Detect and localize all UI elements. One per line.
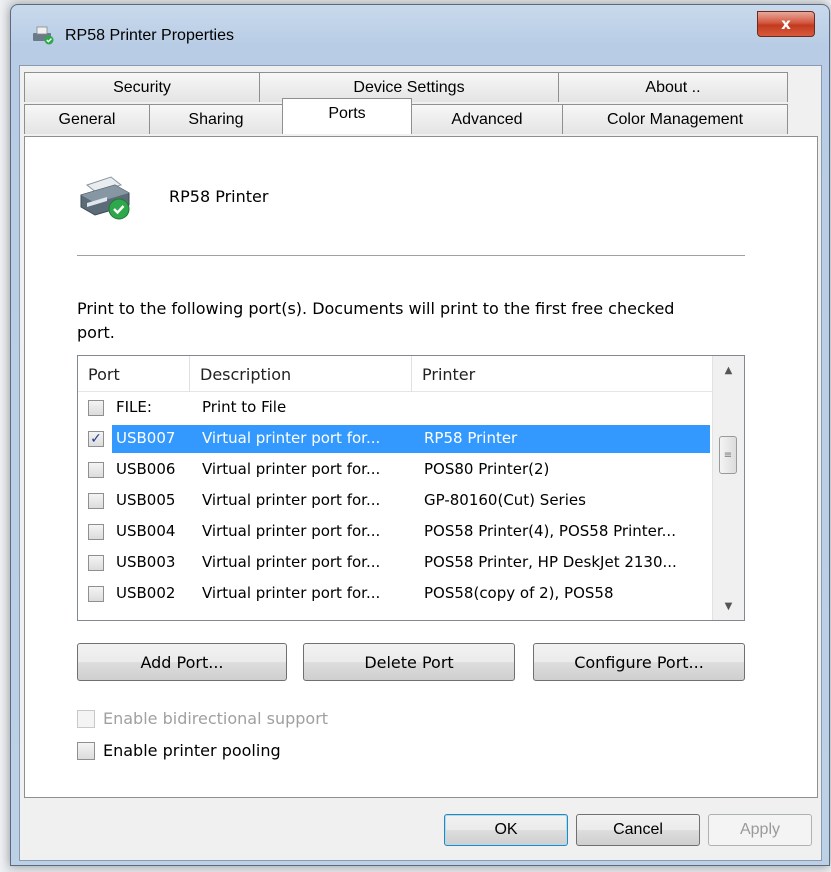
port-checkbox[interactable]: ✓	[88, 431, 104, 447]
port-printer: RP58 Printer	[424, 429, 518, 447]
list-item[interactable]: ✓ USB007 Virtual printer port for... RP5…	[78, 423, 713, 454]
checkbox-box[interactable]	[77, 741, 95, 760]
port-description: Print to File	[202, 398, 287, 416]
bidirectional-support-checkbox: Enable bidirectional support	[77, 709, 328, 728]
list-item[interactable]: FILE: Print to File	[78, 392, 713, 423]
list-item[interactable]: USB006 Virtual printer port for... POS80…	[78, 454, 713, 485]
port-printer: POS58 Printer(4), POS58 Printer...	[424, 522, 676, 540]
bidirectional-support-label: Enable bidirectional support	[103, 709, 329, 728]
printer-properties-window: RP58 Printer Properties x Security Devic…	[10, 4, 830, 866]
scroll-up-arrow-icon[interactable]: ▲	[713, 356, 744, 384]
list-header: Port Description Printer	[78, 356, 713, 392]
instruction-text: Print to the following port(s). Document…	[77, 299, 675, 342]
port-description: Virtual printer port for...	[202, 491, 381, 509]
port-name: USB007	[116, 429, 176, 447]
port-name: USB002	[116, 584, 176, 602]
tab-color-management[interactable]: Color Management	[562, 104, 788, 134]
port-checkbox[interactable]	[88, 555, 104, 571]
port-name: USB004	[116, 522, 176, 540]
list-item[interactable]: USB003 Virtual printer port for... POS58…	[78, 547, 713, 578]
list-item[interactable]: USB002 Virtual printer port for... POS58…	[78, 578, 713, 609]
port-checkbox[interactable]	[88, 462, 104, 478]
cancel-button[interactable]: Cancel	[576, 814, 700, 846]
vertical-scrollbar[interactable]: ▲ ≡ ▼	[712, 356, 744, 620]
list-item[interactable]: USB005 Virtual printer port for... GP-80…	[78, 485, 713, 516]
add-port-button[interactable]: Add Port...	[77, 643, 287, 681]
port-description: Virtual printer port for...	[202, 522, 381, 540]
tab-advanced[interactable]: Advanced	[411, 104, 563, 134]
printer-icon	[80, 176, 130, 220]
port-description: Virtual printer port for...	[202, 584, 381, 602]
column-header-printer[interactable]: Printer	[412, 356, 712, 392]
list-item[interactable]: USB004 Virtual printer port for... POS58…	[78, 516, 713, 547]
printer-pooling-checkbox[interactable]: Enable printer pooling	[77, 741, 281, 760]
printer-name: RP58 Printer	[169, 187, 269, 206]
tab-about[interactable]: About ..	[558, 72, 788, 102]
port-checkbox[interactable]	[88, 493, 104, 509]
checkbox-box	[77, 709, 95, 728]
port-printer: POS58(copy of 2), POS58	[424, 584, 614, 602]
printer-pooling-label: Enable printer pooling	[103, 741, 281, 760]
tab-security[interactable]: Security	[24, 72, 260, 102]
port-description: Virtual printer port for...	[202, 553, 381, 571]
port-checkbox[interactable]	[88, 586, 104, 602]
tab-general[interactable]: General	[24, 104, 150, 134]
apply-button[interactable]: Apply	[708, 814, 812, 846]
scroll-down-arrow-icon[interactable]: ▼	[713, 592, 744, 620]
port-printer: POS58 Printer, HP DeskJet 2130...	[424, 553, 677, 571]
printer-icon	[33, 26, 54, 45]
port-name: FILE:	[116, 398, 152, 416]
title-bar[interactable]: RP58 Printer Properties x	[11, 5, 829, 65]
close-button[interactable]: x	[757, 11, 815, 37]
ok-button[interactable]: OK	[444, 814, 568, 846]
port-printer: GP-80160(Cut) Series	[424, 491, 586, 509]
port-checkbox[interactable]	[88, 524, 104, 540]
port-description: Virtual printer port for...	[202, 460, 381, 478]
dialog-client-area: Security Device Settings About .. Genera…	[19, 65, 822, 861]
port-printer: POS80 Printer(2)	[424, 460, 550, 478]
window-title: RP58 Printer Properties	[65, 27, 234, 44]
port-name: USB006	[116, 460, 176, 478]
port-description: Virtual printer port for...	[202, 429, 381, 447]
tab-row-bottom: General Sharing Ports Advanced Color Man…	[24, 98, 788, 134]
ports-list[interactable]: Port Description Printer FILE: Print to …	[77, 355, 745, 621]
column-header-description[interactable]: Description	[190, 356, 412, 392]
port-name: USB005	[116, 491, 176, 509]
column-header-port[interactable]: Port	[78, 356, 190, 392]
tab-ports[interactable]: Ports	[282, 98, 412, 134]
delete-port-button[interactable]: Delete Port	[303, 643, 515, 681]
separator	[77, 255, 745, 256]
port-checkbox[interactable]	[88, 400, 104, 416]
ports-tab-panel: RP58 Printer Print to the following port…	[24, 136, 818, 798]
scrollbar-thumb[interactable]: ≡	[719, 436, 737, 474]
port-name: USB003	[116, 553, 176, 571]
tab-sharing[interactable]: Sharing	[149, 104, 283, 134]
configure-port-button[interactable]: Configure Port...	[533, 643, 745, 681]
